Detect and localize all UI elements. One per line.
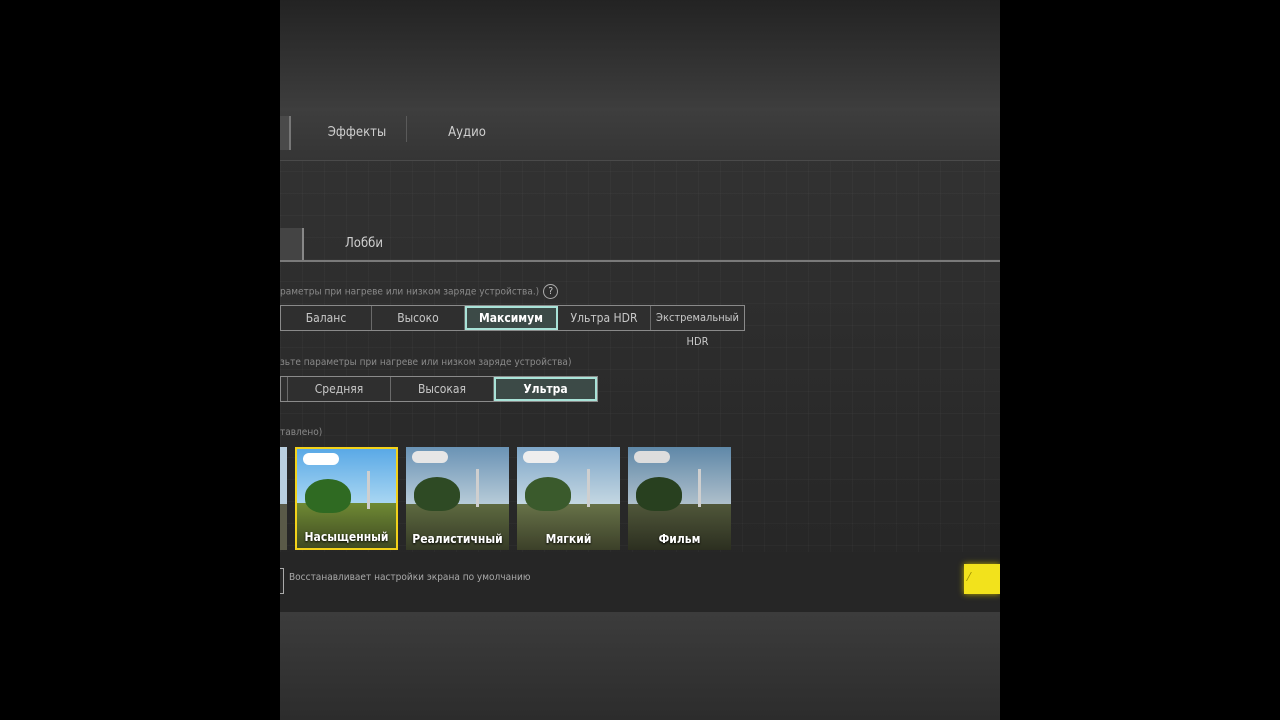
graphics-option-high[interactable]: Высоко [372,306,465,330]
settings-panel: Эффекты Аудио Лобби раметры при нагреве … [280,108,1000,612]
framerate-selector: Средняя Высокая Ультра [280,376,598,402]
subtab-basic-edge[interactable] [280,228,304,260]
top-backdrop [280,0,1000,108]
tree-shape [525,477,571,511]
subtab-underline [280,260,1000,262]
graphics-quality-selector: Баланс Высоко Максимум Ультра HDR Экстре… [280,305,745,348]
tree-shape [636,477,682,511]
reset-button[interactable] [280,568,284,594]
graphics-option-balance[interactable]: Баланс [281,306,372,330]
bottom-backdrop [280,612,1000,720]
graphics-option-ultra-hdr[interactable]: Ультра HDR [558,306,651,330]
style-filter-partial[interactable] [280,447,287,550]
framerate-option-partial[interactable] [281,377,288,401]
game-settings-view: Эффекты Аудио Лобби раметры при нагреве … [280,0,1000,720]
cloud-shape [634,451,670,463]
style-filter-soft[interactable]: Мягкий [517,447,620,550]
cloud-shape [523,451,559,463]
tab-graphics-edge[interactable] [280,116,291,150]
graphics-caption: раметры при нагреве или низком заряде ус… [280,284,559,299]
style-filter-realistic[interactable]: Реалистичный [406,447,509,550]
cloud-shape [412,451,448,463]
framerate-option-ultra[interactable]: Ультра [494,377,597,401]
graphics-option-max[interactable]: Максимум [465,306,558,330]
style-filter-film[interactable]: Фильм [628,447,731,550]
subtab-lobby[interactable]: Лобби [324,228,404,260]
cloud-shape [303,453,339,465]
help-icon[interactable]: ? [543,284,559,299]
confirm-button[interactable]: ⁄ [964,564,1000,594]
framerate-option-high[interactable]: Высокая [391,377,494,401]
style-filter-label: Фильм [658,532,701,546]
tower-shape [698,469,701,507]
tree-shape [414,477,460,511]
graphics-caption-text: раметры при нагреве или низком заряде ус… [280,286,540,298]
tree-shape [305,479,351,513]
style-caption: тавлено) [280,427,323,438]
framerate-option-medium[interactable]: Средняя [288,377,391,401]
settings-footer: Восстанавливает настройки экрана по умол… [280,552,1000,612]
settings-tab-bar: Эффекты Аудио [280,108,1000,161]
tower-shape [587,469,590,507]
style-filter-label: Мягкий [545,532,592,546]
tab-audio[interactable]: Аудио [412,116,522,150]
tab-effects[interactable]: Эффекты [302,116,412,150]
style-filter-saturated[interactable]: Насыщенный [295,447,398,550]
graphics-option-extreme-hdr[interactable]: Экстремальный HDR [651,306,744,348]
framerate-caption: зьте параметры при нагреве или низком за… [280,357,572,368]
tab-separator [406,116,407,142]
style-filter-label: Реалистичный [412,532,503,546]
reset-description: Восстанавливает настройки экрана по умол… [289,572,531,583]
confirm-icon: ⁄ [968,570,970,584]
tower-shape [367,471,370,509]
tower-shape [476,469,479,507]
style-filter-label: Насыщенный [304,530,389,544]
